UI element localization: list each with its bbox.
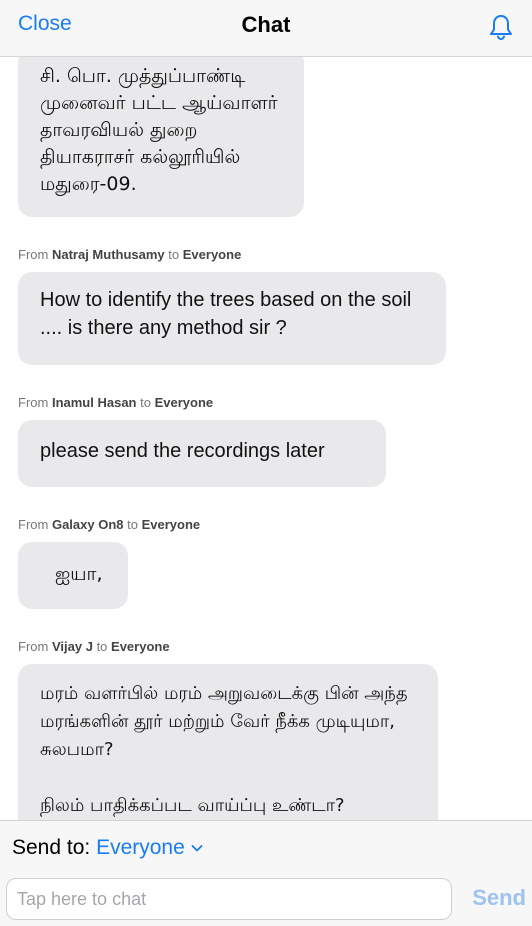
recipient-select[interactable]: Everyone <box>96 836 203 859</box>
message-meta: From Galaxy On8 to Everyone <box>18 517 201 532</box>
sender-name: Inamul Hasan <box>51 395 137 410</box>
chat-bubble: மரம் வளர்பில் மரம் அறுவடைக்கு பின் அந்த … <box>18 664 438 820</box>
message-meta: From Natraj Muthusamy to Everyone <box>18 247 242 262</box>
chat-bubble: சி. பொ. முத்துப்பாண்டி முனைவர் பட்ட ஆய்வ… <box>18 57 304 217</box>
chat-input[interactable] <box>6 878 452 920</box>
send-to-row: Send to: Everyone <box>12 836 203 860</box>
send-to-label: Send to: <box>12 836 91 859</box>
recipient-name: Everyone <box>141 517 201 532</box>
sender-name: Galaxy On8 <box>51 517 124 532</box>
message-meta: From Vijay J to Everyone <box>18 639 170 654</box>
sender-name: Vijay J <box>51 639 93 654</box>
chat-bubble: ஐயா, <box>18 542 128 609</box>
recipient-name: Everyone <box>154 395 214 410</box>
chevron-down-icon <box>191 845 203 852</box>
page-title: Chat <box>241 12 291 37</box>
bell-icon[interactable] <box>488 13 514 41</box>
chat-bubble: please send the recordings later <box>18 420 386 487</box>
recipient-name: Everyone <box>111 639 170 654</box>
chat-messages[interactable]: சி. பொ. முத்துப்பாண்டி முனைவர் பட்ட ஆய்வ… <box>0 57 532 820</box>
composer: Send to: Everyone Send <box>0 820 532 926</box>
message-meta: From Inamul Hasan to Everyone <box>18 395 214 410</box>
chat-bubble: How to identify the trees based on the s… <box>18 272 446 365</box>
recipient-value: Everyone <box>96 836 185 859</box>
chat-header: Close Chat <box>0 0 532 57</box>
sender-name: Natraj Muthusamy <box>51 247 165 262</box>
send-button[interactable]: Send <box>472 885 526 911</box>
recipient-name: Everyone <box>182 247 242 262</box>
